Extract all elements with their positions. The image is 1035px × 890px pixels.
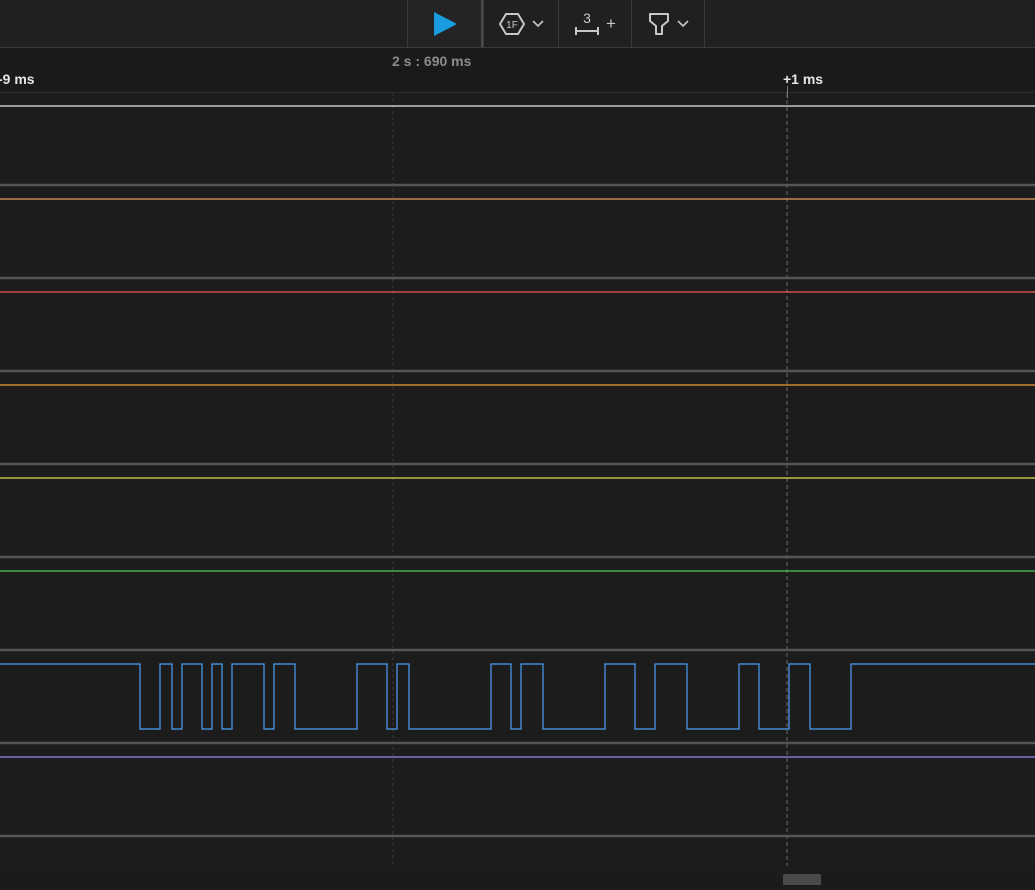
logic-analyzer-app: 1F 3 + -9 ms 2 s: 690 ms +1 ms	[0, 0, 1035, 890]
channel-separators	[0, 183, 1035, 838]
channel-traces	[0, 105, 1035, 758]
waveform-area[interactable]	[0, 0, 1035, 868]
channel-6-trace[interactable]	[0, 663, 1035, 730]
horizontal-scrollbar[interactable]	[0, 868, 1035, 890]
scrollbar-thumb[interactable]	[783, 874, 821, 885]
